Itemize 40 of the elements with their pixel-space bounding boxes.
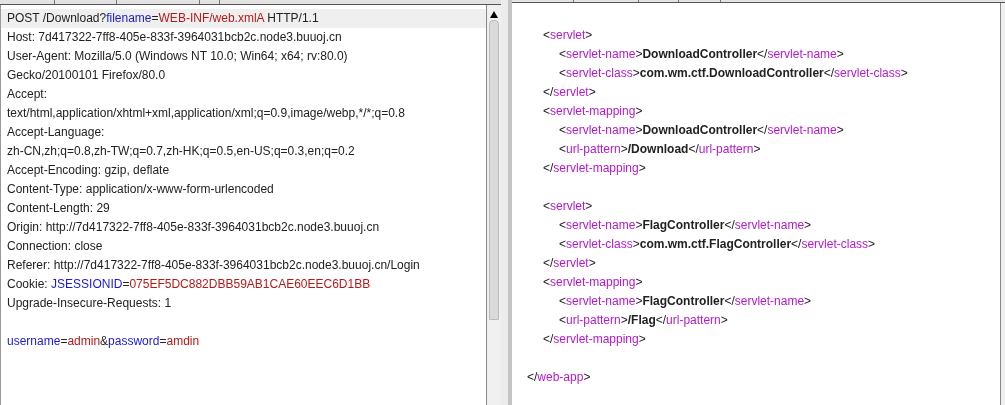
code-line: User-Agent: Mozilla/5.0 (Windows NT 10.0; Win64; x64; rv:80.0): [6, 48, 349, 65]
code-line: </servlet>: [542, 255, 597, 272]
scrollbar-thumb[interactable]: [489, 20, 499, 320]
code-line: Content-Type: application/x-www-form-urlencoded: [6, 181, 275, 198]
scroll-up-icon[interactable]: [490, 11, 498, 18]
code-line: <servlet-name>FlagController</servlet-name>: [558, 293, 813, 310]
request-editor[interactable]: [0, 5, 487, 405]
code-line: </servlet-mapping>: [542, 331, 647, 348]
split-handle[interactable]: [508, 0, 512, 405]
code-line: <servlet>: [527, 178, 1000, 216]
code-line: </servlet>: [542, 84, 597, 101]
code-line: Upgrade-Insecure-Requests: 1: [6, 295, 173, 312]
code-line: Host: 7d417322-7ff8-405e-833f-3964031bcb2c.node3.buuoj.cn: [6, 29, 343, 46]
scrollbar[interactable]: [487, 5, 501, 405]
code-line: Accept-Language:: [6, 124, 106, 141]
response-viewer[interactable]: [512, 3, 1000, 405]
code-line: <servlet-mapping>: [542, 103, 644, 120]
code-line: <url-pattern>/Download</url-pattern>: [558, 141, 762, 158]
code-line: <url-pattern>/Flag</url-pattern>: [558, 312, 729, 329]
code-line: Cookie: JSESSIONID=075EF5DC882DBB59AB1CAE60EEC6D1BB: [6, 276, 372, 293]
code-line: <servlet-name>DownloadController</servlet-name>: [558, 46, 845, 63]
code-line: Origin: http://7d417322-7ff8-405e-833f-3964031bcb2c.node3.buuoj.cn: [6, 219, 381, 236]
scrollbar[interactable]: [1000, 3, 1005, 405]
code-line: <servlet-class>com.wm.ctf.FlagController</servlet-class>: [558, 236, 877, 253]
code-line: </servlet-mapping>: [542, 160, 647, 177]
code-line: Referer: http://7d417322-7ff8-405e-833f-3964031bcb2c.node3.buuoj.cn/Login: [6, 257, 421, 274]
code-line: <servlet-name>DownloadController</servlet-name>: [558, 122, 845, 139]
code-line: Accept:: [6, 86, 49, 103]
code-line: <servlet>: [542, 27, 594, 44]
code-line: </web-app>: [527, 349, 1000, 387]
code-line: Content-Length: 29: [6, 200, 111, 217]
code-line: Accept-Encoding: gzip, deflate: [6, 162, 171, 179]
code-line: username=admin&password=amdin: [6, 333, 201, 350]
code-line: <servlet-name>FlagController</servlet-name>: [558, 217, 813, 234]
code-line: Connection: close: [6, 238, 104, 255]
code-line: <servlet-mapping>: [542, 274, 644, 291]
code-line: text/html,application/xhtml+xml,application/xml;q=0.9,image/webp,*/*;q=0.8: [6, 105, 406, 122]
code-line: Gecko/20100101 Firefox/80.0: [6, 67, 167, 84]
code-line: zh-CN,zh;q=0.8,zh-TW;q=0.7,zh-HK;q=0.5,en-US;q=0.3,en;q=0.2: [6, 143, 356, 160]
code-line: <servlet-class>com.wm.ctf.DownloadController</servlet-class>: [558, 65, 909, 82]
